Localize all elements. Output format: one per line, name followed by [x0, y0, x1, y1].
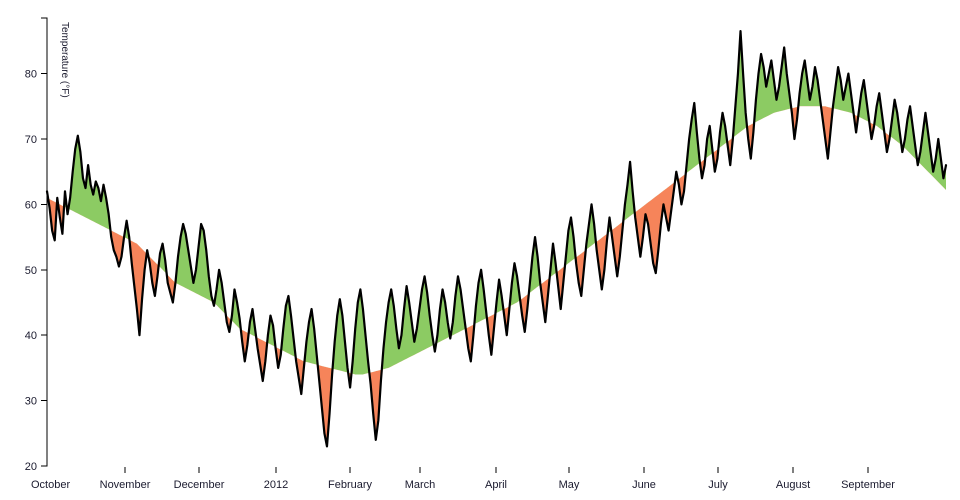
x-axis-tick-label: May [559, 479, 580, 491]
y-axis-line [41, 17, 48, 467]
y-axis-tick-label: 20 [25, 461, 37, 473]
x-axis-tick-label: August [776, 479, 810, 491]
y-axis-tick-label: 60 [25, 199, 37, 211]
y-axis-title: Temperature (°F) [59, 22, 70, 98]
x-axis-tick-label: 2012 [264, 479, 288, 491]
y-axis-tick-label: 40 [25, 330, 37, 342]
x-axis-tick-label: November [100, 479, 151, 491]
y-axis-tick-label: 30 [25, 396, 37, 408]
x-axis: October November December 2012 February March… [31, 467, 895, 491]
x-axis-tick-label: March [405, 479, 436, 491]
y-axis: 20 30 40 50 60 70 80 [25, 17, 48, 473]
x-axis-tick-label: October [31, 479, 70, 491]
x-axis-tick-label: September [841, 479, 895, 491]
x-axis-tick-label: April [485, 479, 507, 491]
x-axis-tick-label: July [708, 479, 728, 491]
x-axis-tick-label: June [632, 479, 656, 491]
plot-area [45, 29, 948, 448]
chart-svg: 20 30 40 50 60 70 80 October November December 20… [25, 17, 948, 491]
x-axis-tick-label: December [174, 479, 225, 491]
y-axis-tick-label: 70 [25, 134, 37, 146]
temperature-difference-chart: 20 30 40 50 60 70 80 October November December 20… [0, 0, 960, 500]
y-axis-tick-label: 80 [25, 69, 37, 81]
x-axis-tick-label: February [328, 479, 373, 491]
y-axis-tick-label: 50 [25, 265, 37, 277]
